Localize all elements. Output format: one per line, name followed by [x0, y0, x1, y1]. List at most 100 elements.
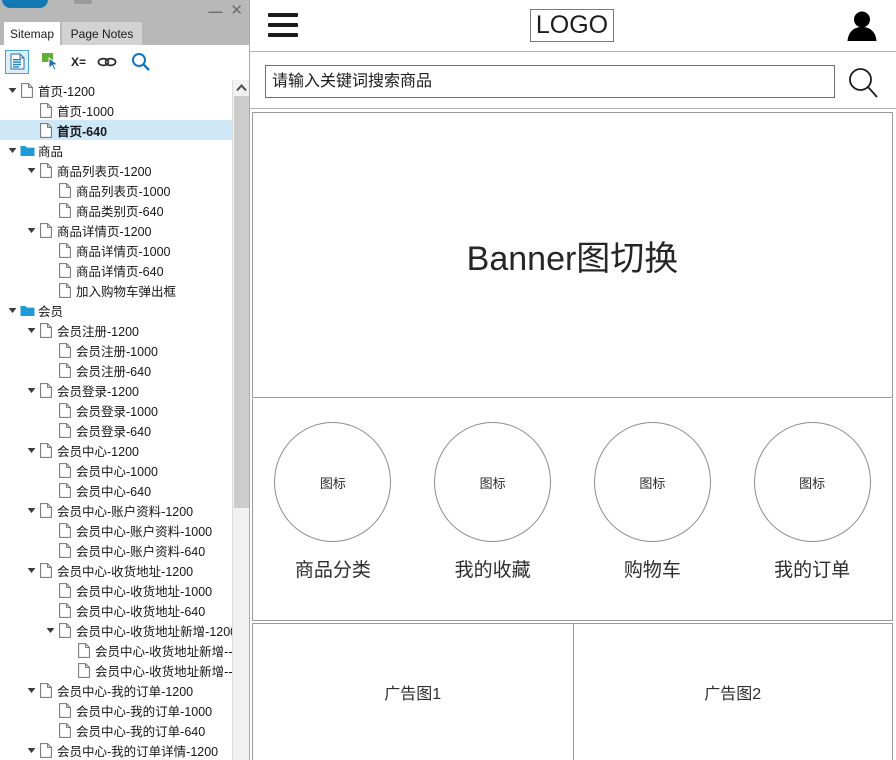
- sitemap-tree-item[interactable]: 商品详情页-1200: [0, 220, 232, 240]
- sitemap-tree-item-label: 会员中心-我的订单-1200: [54, 681, 193, 700]
- sitemap-tree-item-label: 会员注册-640: [73, 361, 151, 380]
- hamburger-icon[interactable]: [268, 13, 298, 37]
- search-icon[interactable]: [128, 50, 152, 74]
- category-shortcut[interactable]: 图标商品分类: [263, 422, 403, 582]
- chevron-down-icon[interactable]: [6, 80, 19, 100]
- chevron-down-icon[interactable]: [25, 440, 38, 460]
- sitemap-tree-item-label: 会员中心-账户资料-1200: [54, 501, 193, 520]
- search-submit-icon[interactable]: [846, 66, 880, 100]
- page-icon: [76, 640, 92, 660]
- chevron-down-icon[interactable]: [25, 680, 38, 700]
- sitemap-tree-item[interactable]: 商品: [0, 140, 232, 160]
- user-account-icon[interactable]: [844, 8, 880, 44]
- sitemap-tree-item[interactable]: 首页-1000: [0, 100, 232, 120]
- ad-banner-1[interactable]: 广告图1: [253, 624, 573, 760]
- tab-page-notes[interactable]: Page Notes: [62, 22, 142, 45]
- category-shortcut[interactable]: 图标我的收藏: [423, 422, 563, 582]
- chevron-down-icon[interactable]: [25, 740, 38, 760]
- page-icon: [57, 540, 73, 560]
- page-icon: [57, 400, 73, 420]
- page-view-icon[interactable]: [5, 50, 29, 74]
- sitemap-tree-item[interactable]: 会员登录-1000: [0, 400, 232, 420]
- sitemap-tree-item[interactable]: 会员中心-我的订单-1000: [0, 700, 232, 720]
- sitemap-tree-item[interactable]: 会员注册-640: [0, 360, 232, 380]
- sitemap-tree-item[interactable]: 会员中心-我的订单-640: [0, 720, 232, 740]
- sitemap-tree-item[interactable]: 会员中心-收货地址新增-1200: [0, 620, 232, 640]
- variable-icon[interactable]: X=: [71, 55, 86, 69]
- sitemap-tree-item[interactable]: 首页-1200: [0, 80, 232, 100]
- page-icon: [38, 320, 54, 340]
- chevron-down-icon[interactable]: [25, 380, 38, 400]
- twisty-spacer: [63, 640, 76, 660]
- scroll-up-button[interactable]: [233, 80, 250, 96]
- sitemap-tree-item[interactable]: 会员登录-1200: [0, 380, 232, 400]
- panel-titlebar: — ✕: [0, 0, 249, 22]
- tab-sitemap[interactable]: Sitemap: [4, 22, 60, 45]
- twisty-spacer: [44, 400, 57, 420]
- sitemap-tree-item[interactable]: 会员中心-收货地址-1000: [0, 580, 232, 600]
- sitemap-tree-item[interactable]: 首页-640: [0, 120, 232, 140]
- category-shortcut[interactable]: 图标我的订单: [742, 422, 882, 582]
- sitemap-tree-item[interactable]: 商品详情页-1000: [0, 240, 232, 260]
- chevron-down-icon[interactable]: [25, 320, 38, 340]
- sitemap-scrollbar[interactable]: [232, 80, 249, 760]
- chevron-down-icon[interactable]: [6, 140, 19, 160]
- select-cursor-icon[interactable]: [38, 50, 62, 74]
- sitemap-tree-item[interactable]: 商品列表页-1000: [0, 180, 232, 200]
- sitemap-tree-item[interactable]: 加入购物车弹出框: [0, 280, 232, 300]
- category-placeholder-icon: 图标: [274, 422, 391, 542]
- sitemap-tree-item-label: 商品详情页-1000: [73, 241, 170, 260]
- sitemap-tree-item[interactable]: 会员中心-我的订单-1200: [0, 680, 232, 700]
- sitemap-toolbar: X=: [0, 45, 249, 78]
- search-input[interactable]: [265, 65, 835, 98]
- chevron-down-icon[interactable]: [44, 620, 57, 640]
- sitemap-tree-item-label: 会员登录-1200: [54, 381, 139, 400]
- sitemap-tree-item-label: 首页-640: [54, 121, 107, 140]
- twisty-spacer: [44, 340, 57, 360]
- sitemap-tree-item[interactable]: 会员注册-1200: [0, 320, 232, 340]
- banner-carousel[interactable]: Banner图切换: [252, 112, 893, 398]
- sitemap-tree-item[interactable]: 会员中心-收货地址新增--10: [0, 640, 232, 660]
- twisty-spacer: [25, 120, 38, 140]
- sitemap-tree-item-label: 商品: [35, 141, 63, 160]
- link-icon[interactable]: [95, 50, 119, 74]
- app-secondary-icon: [74, 0, 92, 4]
- sitemap-tree-item[interactable]: 会员中心-账户资料-1200: [0, 500, 232, 520]
- logo[interactable]: LOGO: [530, 9, 614, 42]
- chevron-down-icon[interactable]: [25, 220, 38, 240]
- sitemap-tree-item[interactable]: 会员中心-收货地址-640: [0, 600, 232, 620]
- sitemap-tree-item[interactable]: 会员中心-账户资料-1000: [0, 520, 232, 540]
- sitemap-tree-item-label: 商品详情页-1200: [54, 221, 151, 240]
- twisty-spacer: [44, 540, 57, 560]
- sitemap-tree[interactable]: 首页-1200首页-1000首页-640商品商品列表页-1200商品列表页-10…: [0, 80, 232, 760]
- category-shortcut[interactable]: 图标购物车: [582, 422, 722, 582]
- panel-tabstrip: Sitemap Page Notes: [0, 22, 249, 45]
- sitemap-tree-item[interactable]: 会员中心-1000: [0, 460, 232, 480]
- ad-banner-2[interactable]: 广告图2: [573, 624, 893, 760]
- sitemap-tree-item[interactable]: 商品详情页-640: [0, 260, 232, 280]
- sitemap-tree-item[interactable]: 商品列表页-1200: [0, 160, 232, 180]
- page-icon: [57, 520, 73, 540]
- close-button[interactable]: ✕: [230, 4, 243, 18]
- chevron-down-icon[interactable]: [25, 560, 38, 580]
- sitemap-tree-item[interactable]: 会员注册-1000: [0, 340, 232, 360]
- page-icon: [57, 340, 73, 360]
- sitemap-tree-item[interactable]: 会员登录-640: [0, 420, 232, 440]
- twisty-spacer: [44, 180, 57, 200]
- chevron-down-icon[interactable]: [6, 300, 19, 320]
- sitemap-tree-item[interactable]: 会员中心-收货地址新增--64: [0, 660, 232, 680]
- site-header: LOGO: [250, 0, 896, 52]
- sitemap-tree-item[interactable]: 会员中心-收货地址-1200: [0, 560, 232, 580]
- minimize-button[interactable]: —: [208, 4, 221, 18]
- sitemap-tree-item[interactable]: 会员中心-640: [0, 480, 232, 500]
- sitemap-tree-item[interactable]: 会员中心-1200: [0, 440, 232, 460]
- scrollbar-thumb[interactable]: [234, 96, 249, 508]
- sitemap-tree-item-label: 会员登录-1000: [73, 401, 158, 420]
- chevron-down-icon[interactable]: [25, 160, 38, 180]
- chevron-down-icon[interactable]: [25, 500, 38, 520]
- sitemap-tree-item[interactable]: 会员: [0, 300, 232, 320]
- page-icon: [57, 460, 73, 480]
- sitemap-tree-item[interactable]: 会员中心-账户资料-640: [0, 540, 232, 560]
- sitemap-tree-item[interactable]: 商品类别页-640: [0, 200, 232, 220]
- sitemap-tree-item[interactable]: 会员中心-我的订单详情-1200: [0, 740, 232, 760]
